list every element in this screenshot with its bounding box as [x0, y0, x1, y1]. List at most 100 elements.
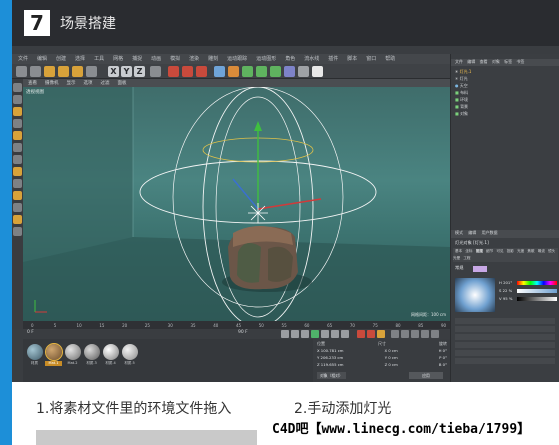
attr-menu-item[interactable]: 用户数据 — [482, 230, 498, 235]
auto-key-icon[interactable] — [367, 330, 375, 338]
attr-subtab[interactable]: 工程 — [463, 256, 470, 260]
material-swatch[interactable] — [103, 344, 119, 360]
hsv-field[interactable]: V 95 % — [499, 296, 512, 301]
object-menu-item[interactable]: 查看 — [480, 59, 488, 64]
object-row[interactable]: ■ 背景 — [455, 104, 559, 110]
menu-item[interactable]: 网格 — [113, 55, 123, 62]
x-axis-handle[interactable] — [257, 198, 322, 210]
keyframe-icon[interactable] — [421, 330, 429, 338]
tool-icon[interactable] — [13, 215, 22, 224]
tool-icon[interactable] — [13, 227, 22, 236]
array-icon[interactable] — [256, 66, 267, 77]
scene-icon[interactable] — [284, 66, 295, 77]
object-menu-item[interactable]: 编辑 — [467, 59, 475, 64]
render-view-icon[interactable] — [168, 66, 179, 77]
coord-field[interactable]: B 0° — [439, 362, 447, 369]
material-swatch[interactable] — [27, 344, 43, 360]
prev-frame-icon[interactable] — [301, 330, 309, 338]
timeline-ruler[interactable]: 0 5 10 15 20 25 30 35 40 45 50 55 60 65 70 75 80 85 90 — [23, 321, 450, 329]
hsv-field[interactable]: S 22 % — [499, 288, 512, 293]
attr-subtab[interactable]: 可见 — [496, 249, 503, 253]
y-axis-button[interactable]: Y — [121, 66, 132, 77]
tool-icon[interactable] — [13, 83, 22, 92]
coord-field[interactable]: H 0° — [439, 348, 447, 355]
menu-item[interactable]: 流水线 — [304, 55, 319, 62]
coord-field[interactable]: Z 0 cm — [385, 362, 398, 369]
viewport-menu-item[interactable]: 显示 — [67, 80, 76, 86]
render-settings-icon[interactable] — [196, 66, 207, 77]
hue-slider[interactable] — [517, 281, 557, 285]
start-frame[interactable]: 0 F — [27, 330, 34, 335]
object-row[interactable]: ■ 布料 — [455, 90, 559, 96]
next-key-icon[interactable] — [331, 330, 339, 338]
keyframe-icon[interactable] — [411, 330, 419, 338]
option-row[interactable] — [455, 326, 555, 332]
menu-item[interactable]: 插件 — [328, 55, 338, 62]
play-icon[interactable] — [311, 330, 319, 338]
tool-icon[interactable] — [13, 179, 22, 188]
option-row[interactable] — [455, 350, 555, 356]
coord-field[interactable]: Y 0 cm — [385, 355, 398, 362]
attr-subtab[interactable]: 焦散 — [527, 249, 534, 253]
z-axis-button[interactable]: Z — [134, 66, 145, 77]
menu-item[interactable]: 文件 — [18, 55, 28, 62]
pen-icon[interactable] — [228, 66, 239, 77]
camera-icon[interactable] — [298, 66, 309, 77]
attr-subtab[interactable]: 基本 — [455, 249, 462, 253]
render-picture-icon[interactable] — [182, 66, 193, 77]
coord-field[interactable]: P 0° — [439, 355, 447, 362]
value-slider[interactable] — [517, 297, 557, 301]
tool-icon[interactable] — [13, 203, 22, 212]
keyframe-icon[interactable] — [431, 330, 439, 338]
keyframe-icon[interactable] — [391, 330, 399, 338]
viewport-menu-item[interactable]: 查看 — [28, 80, 37, 86]
viewport-menu-item[interactable]: 面板 — [118, 80, 127, 86]
undo-icon[interactable] — [16, 66, 27, 77]
tool-icon[interactable] — [13, 119, 22, 128]
last-tool-icon[interactable] — [86, 66, 97, 77]
attr-subtab[interactable]: 噪波 — [538, 249, 545, 253]
menu-item[interactable]: 选择 — [75, 55, 85, 62]
coord-mode-select[interactable]: 对象（相对） — [317, 372, 346, 379]
object-row[interactable]: ■ 对象 — [455, 111, 559, 117]
tool-icon[interactable] — [13, 131, 22, 140]
light-color-swatch[interactable] — [473, 266, 487, 272]
coord-field[interactable]: X 100.781 cm — [317, 348, 344, 355]
viewport-menu-item[interactable]: 摄像机 — [45, 80, 59, 86]
end-frame[interactable]: 90 F — [238, 330, 248, 335]
subdivision-icon[interactable] — [242, 66, 253, 77]
y-axis-arrow[interactable] — [254, 121, 262, 131]
coord-field[interactable]: Y 206.233 cm — [317, 355, 343, 362]
viewport-menu-item[interactable]: 选项 — [84, 80, 93, 86]
keyframe-icon[interactable] — [401, 330, 409, 338]
option-row[interactable] — [455, 334, 555, 340]
attr-subtab[interactable]: 投影 — [507, 249, 514, 253]
material-swatch[interactable] — [45, 343, 63, 361]
tool-icon[interactable] — [13, 167, 22, 176]
object-menu-item[interactable]: 标签 — [504, 59, 512, 64]
coordinate-system-icon[interactable] — [150, 66, 161, 77]
hsv-field[interactable]: H 201° — [499, 280, 512, 285]
attr-menu-item[interactable]: 编辑 — [468, 230, 476, 235]
object-menu-item[interactable]: 文件 — [455, 59, 463, 64]
z-axis-handle[interactable] — [232, 178, 259, 210]
menu-item[interactable]: 雕刻 — [208, 55, 218, 62]
menu-item[interactable]: 模拟 — [170, 55, 180, 62]
apply-button[interactable]: 应用 — [409, 372, 443, 379]
saturation-slider[interactable] — [517, 289, 557, 293]
rotate-icon[interactable] — [72, 66, 83, 77]
tool-icon[interactable] — [13, 107, 22, 116]
coord-field[interactable]: Z 119.655 cm — [317, 362, 344, 369]
next-frame-icon[interactable] — [321, 330, 329, 338]
menu-item[interactable]: 脚本 — [347, 55, 357, 62]
select-icon[interactable] — [30, 66, 41, 77]
light-icon[interactable] — [312, 66, 323, 77]
menu-item[interactable]: 帮助 — [385, 55, 395, 62]
menu-item[interactable]: 工具 — [94, 55, 104, 62]
menu-item[interactable]: 运动图形 — [256, 55, 276, 62]
tool-icon[interactable] — [13, 143, 22, 152]
cube-icon[interactable] — [214, 66, 225, 77]
viewport-menu-item[interactable]: 过滤 — [101, 80, 110, 86]
color-wheel[interactable] — [455, 278, 495, 312]
tool-icon[interactable] — [13, 191, 22, 200]
